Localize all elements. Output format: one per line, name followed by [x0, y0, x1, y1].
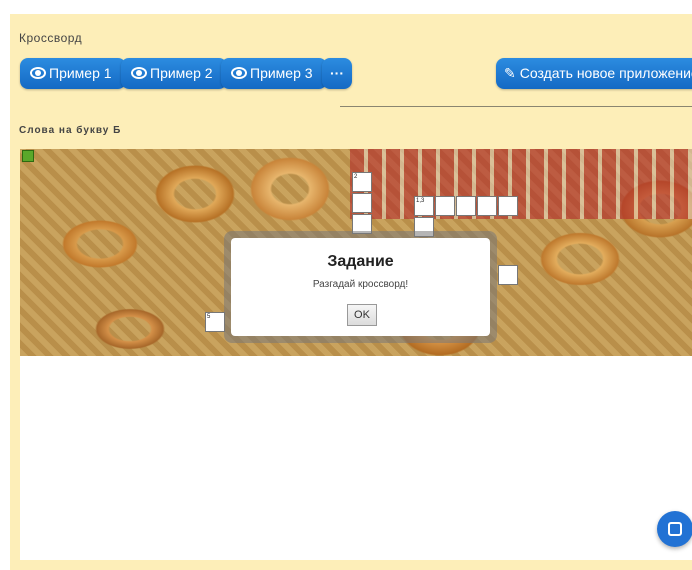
crossword-cell[interactable] — [498, 265, 518, 285]
dialog-title: Задание — [327, 253, 394, 270]
crossword-cell[interactable] — [352, 193, 372, 213]
example-3-button[interactable]: Пример 3 — [221, 58, 327, 89]
task-dialog: Задание Разгадай кроссворд! OK — [231, 238, 490, 336]
eye-icon — [30, 67, 46, 79]
cell-number: 1,3 — [416, 198, 425, 204]
more-label: ··· — [330, 65, 344, 81]
dialog-message: Разгадай кроссворд! — [312, 279, 409, 290]
example-2-label: Пример 2 — [150, 65, 213, 81]
example-2-button[interactable]: Пример 2 — [121, 58, 227, 89]
section-title: Слова на букву Б — [19, 125, 122, 136]
create-app-label: Создать новое приложение — [519, 65, 692, 81]
check-square-icon[interactable] — [657, 511, 692, 547]
app-title: Кроссворд — [19, 31, 83, 45]
puzzle-icon[interactable] — [22, 150, 34, 162]
divider — [340, 106, 692, 107]
ok-button[interactable]: OK — [347, 304, 377, 326]
cell-number: 2 — [354, 174, 358, 180]
crossword-cell[interactable] — [498, 196, 518, 216]
more-button[interactable]: ··· — [322, 58, 352, 89]
create-app-button[interactable]: ✎ Создать новое приложение — [496, 58, 692, 89]
crossword-cell[interactable]: 2 — [352, 172, 372, 192]
crossword-cell[interactable]: 5 — [205, 312, 225, 332]
pencil-icon: ✎ — [504, 65, 516, 81]
eye-icon — [131, 67, 147, 79]
example-3-label: Пример 3 — [250, 65, 313, 81]
cloth-pattern — [350, 149, 692, 219]
crossword-cell[interactable] — [477, 196, 497, 216]
crossword-cell[interactable] — [435, 196, 455, 216]
crossword-cell[interactable]: 1,3 — [414, 196, 434, 216]
crossword-cell[interactable] — [456, 196, 476, 216]
example-1-button[interactable]: Пример 1 — [20, 58, 126, 89]
example-1-label: Пример 1 — [49, 65, 112, 81]
eye-icon — [231, 67, 247, 79]
cell-number: 5 — [207, 314, 211, 320]
